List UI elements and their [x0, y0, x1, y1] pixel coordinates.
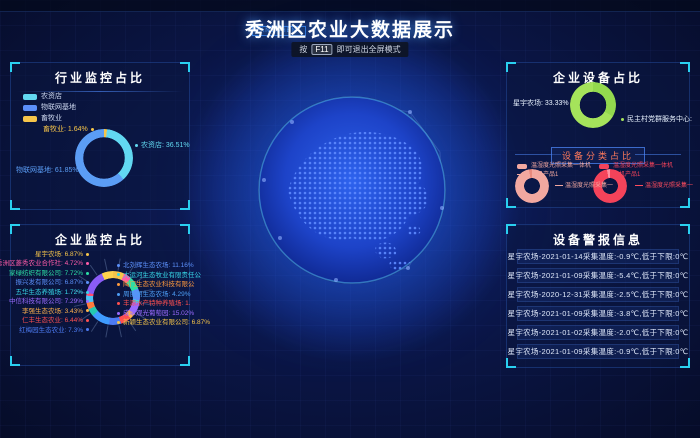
chart-label: 成章观光葡萄园: 15.02%: [117, 311, 194, 318]
alarm-row: 星宇农场-2020-12-31采集温度:-2.5℃,低于下限:0℃: [517, 287, 679, 302]
legend-label: 畜牧业: [41, 115, 62, 122]
chart-label: 周丽丽生态农场: 4.29%: [117, 292, 191, 299]
chart-label: 大运河生态牧业有限责任公: [117, 273, 201, 280]
chart-label: 温湿度光照采集一: [555, 183, 613, 189]
legend-swatch: [23, 105, 37, 111]
industry-legend: 农资店 物联网基地 畜牧业: [23, 93, 76, 122]
fullscreen-hint: 按 F11 即可退出全屏模式: [291, 42, 408, 57]
device-donut-chart[interactable]: [570, 82, 616, 128]
chart-label: 畜牧业: 1.64%: [43, 126, 94, 133]
industry-monitor-panel: 行业监控占比 农资店 物联网基地 畜牧业 畜牧业: 1.64% 农资店: 36.…: [10, 62, 190, 210]
chart-label: 星宇农场: 6.87%: [35, 252, 89, 259]
chart-label: 陶门生态农业科技有限公: [117, 282, 195, 289]
legend-swatch: [23, 94, 37, 100]
alarm-row: 星宇农场-2021-01-09采集温度:-3.8℃,低于下限:0℃: [517, 306, 679, 321]
legend-item-wulianwang[interactable]: 物联网基地: [23, 104, 76, 111]
chart-label: 五华生态养殖场: 1.72%: [15, 290, 89, 297]
subheader-line: [635, 154, 681, 155]
chart-label: 丰源水产特种养殖场: 1.: [117, 301, 191, 308]
chart-label: 物联网基地: 61.85%: [16, 167, 85, 174]
legend-item-nongzidian[interactable]: 农资店: [23, 93, 76, 100]
legend-swatch: [517, 164, 527, 169]
chart-label: 秀洲区菱秀农业合作社: 4.72%: [0, 261, 89, 268]
chart-label: 家绿纺织有限公司: 7.72%: [9, 271, 89, 278]
alarm-row: 星宇农场-2021-01-02采集温度:-2.0℃,低于下限:0℃: [517, 325, 679, 340]
panel-title: 行业监控占比: [11, 69, 189, 86]
chart-label: 北刘辉生态农场: 11.16%: [117, 263, 194, 270]
page-title: 秀洲区农业大数据展示: [0, 15, 700, 42]
hint-suffix: 即可退出全屏模式: [337, 44, 401, 55]
panel-title: 设备警报信息: [507, 231, 689, 248]
chart-label: 仁丰生态农业: 6.44%: [22, 318, 89, 325]
device-alarm-panel: 设备警报信息 星宇农场-2021-01-14采集温度:-0.9℃,低于下限:0℃…: [506, 224, 690, 368]
chart-label: 中信科技有限公司: 7.29%: [9, 299, 89, 306]
chart-label: 新颖生态农业有限公司: 6.87%: [117, 320, 210, 327]
alarm-row: 星宇农场-2021-01-09采集温度:-5.4℃,低于下限:0℃: [517, 268, 679, 283]
legend-label: 农资店: [41, 93, 62, 100]
classification-left-donut[interactable]: [515, 169, 549, 203]
alarm-list: 星宇农场-2021-01-14采集温度:-0.9℃,低于下限:0℃ 星宇农场-2…: [517, 249, 679, 359]
alarm-row: 星宇农场-2021-01-09采集温度:-0.9℃,低于下限:0℃: [517, 344, 679, 359]
legend-label: 物联网基地: [41, 104, 76, 111]
legend-swatch: [23, 116, 37, 122]
legend-item[interactable]: 温湿度光照采集一体机: [517, 163, 591, 169]
enterprise-monitor-panel: 企业监控占比 星宇农场: 6.87% 秀洲区菱秀农业合作社: 4.72% 家绿纺…: [10, 224, 190, 366]
chart-label: 红梅园生态农业: 7.3%: [19, 328, 89, 335]
hint-prefix: 按: [299, 44, 307, 55]
chart-label: 民主村党群服务中心:: [621, 116, 692, 123]
chart-label: 温湿度光照采集一: [635, 183, 693, 189]
enterprise-right-labels: 北刘辉生态农场: 11.16% 大运河生态牧业有限责任公 陶门生态农业科技有限公…: [117, 263, 193, 327]
globe-visualization: [258, 96, 446, 284]
legend-item-xumuye[interactable]: 畜牧业: [23, 115, 76, 122]
chart-label: 农资店: 36.51%: [135, 142, 190, 149]
chart-label: 振兴发有限公司: 6.87%: [15, 280, 89, 287]
chart-label: 星宇农场: 33.33%: [513, 100, 575, 107]
chart-label: 李强生态农场: 3.43%: [22, 309, 89, 316]
f11-keycap: F11: [311, 44, 332, 55]
legend-swatch: [599, 164, 609, 169]
industry-donut-chart[interactable]: [75, 129, 133, 187]
globe-svg: [258, 96, 446, 284]
legend-label: 温湿度光照采集一体机: [531, 163, 591, 169]
dashboard-root: TANGSHENT 秀洲区农业大数据展示 按 F11 即可退出全屏模式 行业监控…: [0, 0, 700, 438]
legend-label: 温湿度光照采集一体机: [613, 163, 673, 169]
title-divider: [17, 91, 183, 92]
enterprise-left-labels: 星宇农场: 6.87% 秀洲区菱秀农业合作社: 4.72% 家绿纺织有限公司: …: [13, 252, 89, 334]
top-decor-strip: [0, 0, 700, 12]
classification-subheader: 设备分类占比: [551, 147, 645, 164]
device-ratio-panel: 企业设备占比 星宇农场: 33.33% 民主村党群服务中心: 设备分类占比 温湿…: [506, 62, 690, 208]
alarm-row: 星宇农场-2021-01-14采集温度:-0.9℃,低于下限:0℃: [517, 249, 679, 264]
